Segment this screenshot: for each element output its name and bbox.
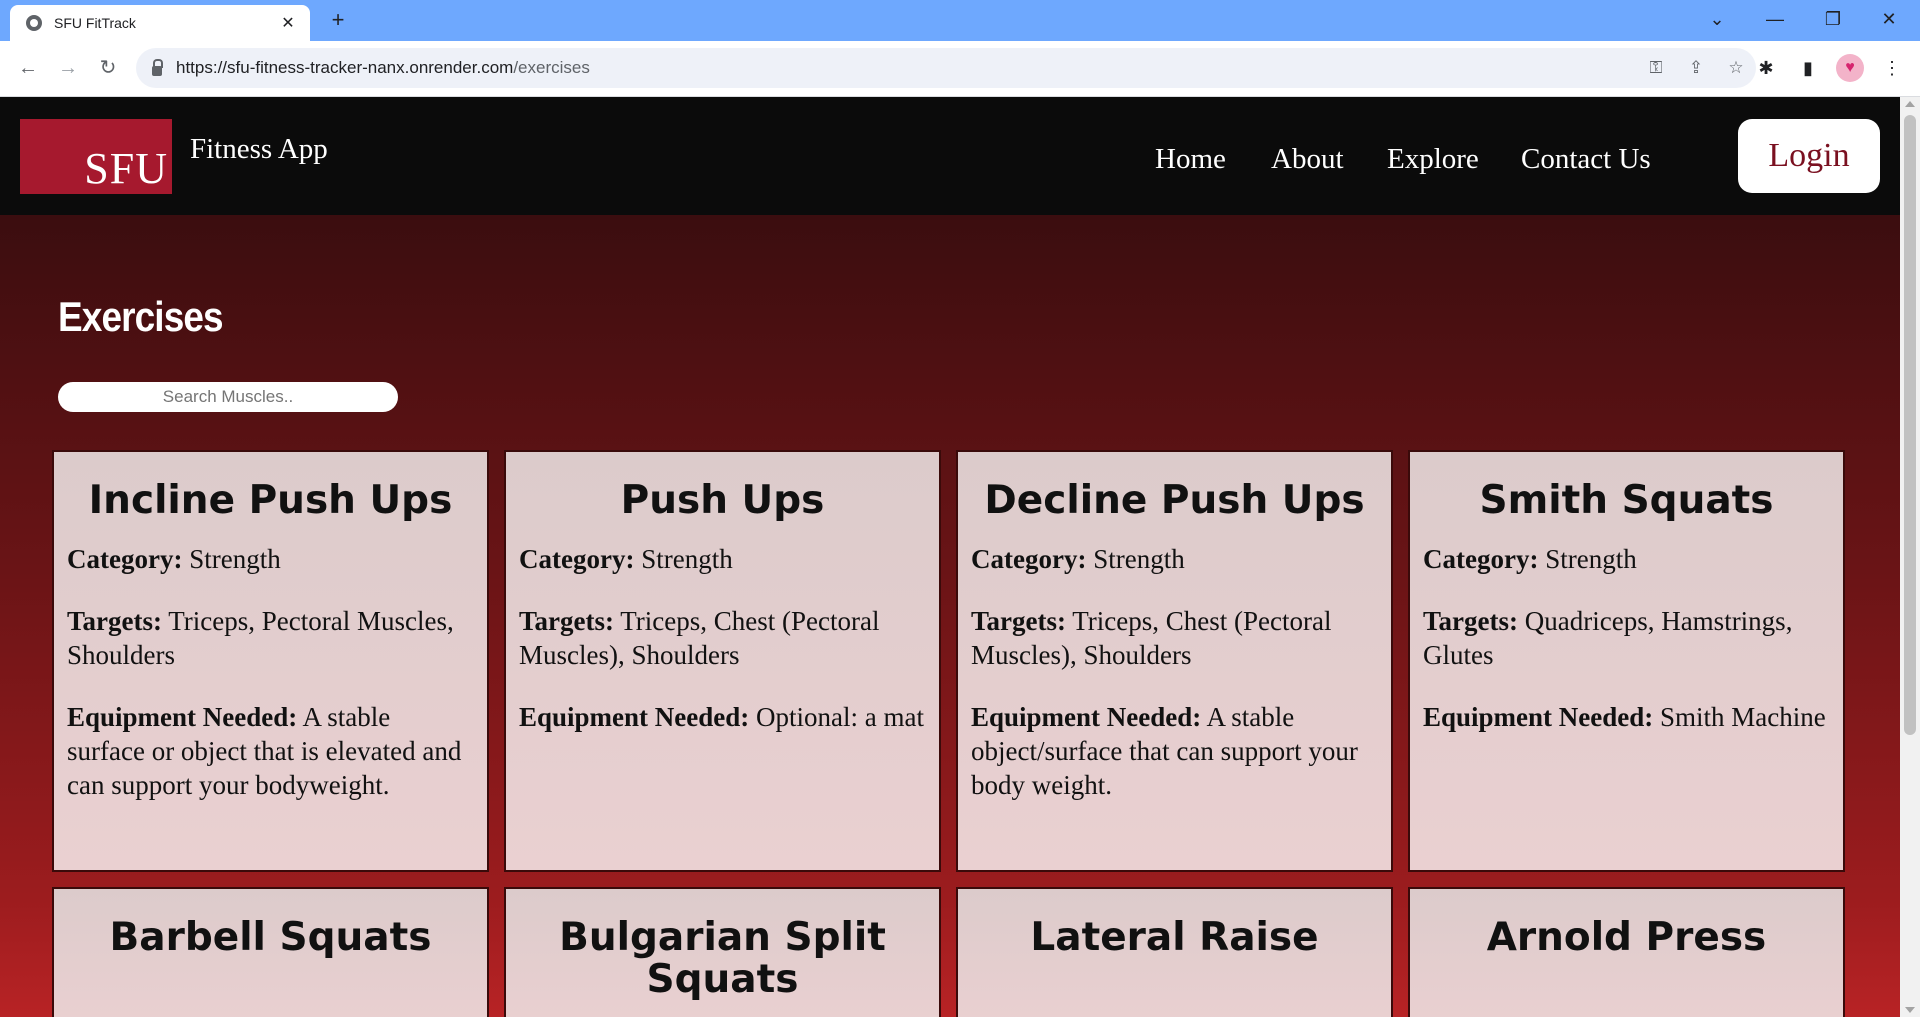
share-icon[interactable]: ⇪ (1686, 58, 1706, 78)
reload-icon[interactable]: ↻ (94, 54, 122, 82)
exercise-equipment: Equipment Needed: A stable surface or ob… (67, 702, 462, 800)
exercise-targets: Targets: Quadriceps, Hamstrings, Glutes (1423, 606, 1793, 670)
globe-icon (26, 15, 42, 31)
restore-icon[interactable]: ❐ (1810, 4, 1856, 34)
exercise-name: Bulgarian Split Squats (559, 915, 886, 1002)
exercise-name: Arnold Press (1486, 915, 1767, 960)
url-text[interactable]: https://sfu-fitness-tracker-nanx.onrende… (176, 58, 590, 78)
window-close-icon[interactable]: ✕ (1866, 4, 1912, 34)
sfu-logo[interactable]: SFU (20, 119, 172, 194)
scroll-down-icon[interactable] (1905, 1007, 1915, 1013)
address-bar[interactable]: https://sfu-fitness-tracker-nanx.onrende… (136, 48, 1756, 88)
exercise-targets: Targets: Triceps, Chest (Pectoral Muscle… (519, 606, 880, 670)
exercise-equipment: Equipment Needed: Optional: a mat (519, 702, 924, 732)
exercise-targets: Targets: Triceps, Pectoral Muscles, Shou… (67, 606, 454, 670)
browser-toolbar: ← → ↻ https://sfu-fitness-tracker-nanx.o… (0, 41, 1920, 97)
exercise-name: Smith Squats (1479, 478, 1774, 523)
browser-tab[interactable]: SFU FitTrack ✕ (10, 5, 310, 41)
forward-arrow-icon[interactable]: → (54, 54, 82, 82)
login-button[interactable]: Login (1738, 119, 1880, 193)
exercise-card: Barbell Squats (52, 887, 489, 1017)
exercise-card: Bulgarian Split Squats (504, 887, 941, 1017)
exercise-name: Incline Push Ups (88, 478, 453, 523)
exercise-name: Push Ups (620, 478, 825, 523)
app-name: Fitness App (190, 133, 328, 165)
page-viewport: SFU Fitness App Home About Explore Conta… (0, 97, 1900, 1017)
exercise-name: Barbell Squats (109, 915, 432, 960)
nav-contact-us[interactable]: Contact Us (1521, 143, 1651, 176)
exercise-equipment: Equipment Needed: A stable object/surfac… (971, 702, 1358, 800)
exercise-category: Category: Strength (1423, 544, 1637, 574)
exercise-category: Category: Strength (67, 544, 281, 574)
scrollbar-thumb[interactable] (1904, 115, 1916, 735)
lock-icon[interactable] (152, 59, 163, 76)
star-icon[interactable]: ☆ (1726, 58, 1746, 78)
minimize-icon[interactable]: — (1752, 4, 1798, 34)
tab-search-icon[interactable]: ⌄ (1694, 4, 1740, 34)
exercise-card: Incline Push Ups Category: Strength Targ… (52, 450, 489, 872)
back-arrow-icon[interactable]: ← (14, 54, 42, 82)
exercise-targets: Targets: Triceps, Chest (Pectoral Muscle… (971, 606, 1332, 670)
menu-dots-icon[interactable]: ⋮ (1878, 54, 1906, 82)
search-input[interactable] (58, 382, 398, 412)
exercise-name: Decline Push Ups (984, 478, 1365, 523)
nav-about[interactable]: About (1271, 143, 1344, 176)
browser-tabstrip: SFU FitTrack ✕ + ⌄ — ❐ ✕ (0, 0, 1920, 41)
exercise-card: Arnold Press (1408, 887, 1845, 1017)
exercise-card: Push Ups Category: Strength Targets: Tri… (504, 450, 941, 872)
tab-close-icon[interactable]: ✕ (278, 13, 298, 33)
profile-avatar[interactable]: ♥ (1836, 54, 1864, 82)
page-scrollbar[interactable] (1900, 97, 1920, 1017)
key-icon[interactable]: ⚿ (1646, 58, 1666, 78)
extensions-icon[interactable]: ✱ (1752, 54, 1780, 82)
nav-explore[interactable]: Explore (1387, 143, 1479, 176)
exercise-grid: Incline Push Ups Category: Strength Targ… (52, 450, 1848, 1017)
exercise-card: Smith Squats Category: Strength Targets:… (1408, 450, 1845, 872)
new-tab-icon[interactable]: + (326, 8, 350, 32)
exercise-category: Category: Strength (971, 544, 1185, 574)
page-title: Exercises (58, 293, 224, 340)
exercise-card: Decline Push Ups Category: Strength Targ… (956, 450, 1393, 872)
side-panel-icon[interactable]: ▮ (1794, 54, 1822, 82)
nav-home[interactable]: Home (1155, 143, 1226, 176)
exercise-card: Lateral Raise (956, 887, 1393, 1017)
exercise-category: Category: Strength (519, 544, 733, 574)
site-header: SFU Fitness App Home About Explore Conta… (0, 97, 1900, 215)
exercise-equipment: Equipment Needed: Smith Machine (1423, 702, 1826, 732)
exercise-name: Lateral Raise (1030, 915, 1319, 960)
scroll-up-icon[interactable] (1905, 101, 1915, 107)
tab-title: SFU FitTrack (54, 15, 136, 31)
